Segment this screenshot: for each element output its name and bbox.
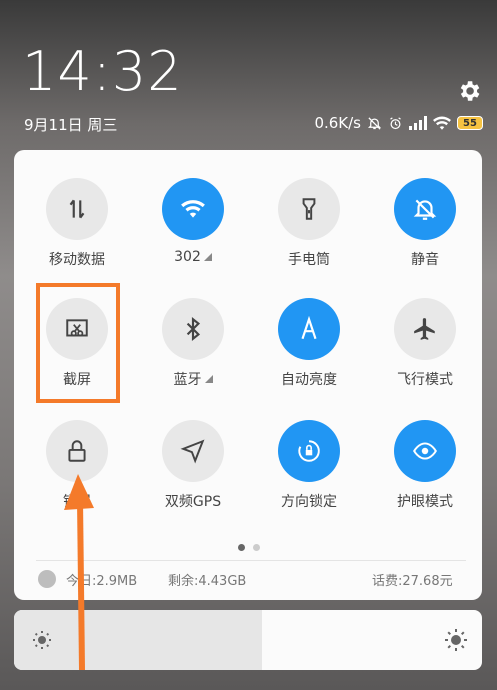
toggle-button[interactable] — [162, 420, 224, 482]
toggle-gps[interactable]: 双频GPS — [138, 420, 248, 530]
page-dot-active — [238, 544, 245, 551]
page-indicator — [238, 544, 260, 551]
toggle-label: 护眼模式 — [397, 491, 453, 511]
toggle-button[interactable] — [394, 298, 456, 360]
mobile-data-icon — [69, 199, 85, 219]
toggle-wifi[interactable]: 302 — [138, 178, 248, 288]
toggle-button[interactable] — [162, 178, 224, 240]
toggle-mobile-data[interactable]: 移动数据 — [22, 178, 132, 288]
battery-indicator: 55 — [457, 116, 483, 130]
rotation-lock-icon — [298, 440, 320, 462]
toggle-bluetooth[interactable]: 蓝牙 — [138, 298, 248, 408]
page-dot — [253, 544, 260, 551]
toggle-button[interactable] — [394, 178, 456, 240]
data-remaining: 剩余:4.43GB — [168, 574, 247, 589]
toggle-label: 双频GPS — [165, 491, 221, 511]
toggle-label: 静音 — [411, 249, 439, 269]
divider — [36, 560, 466, 561]
pointer-arrow — [64, 474, 94, 670]
flashlight-icon — [302, 198, 316, 220]
toggle-eye[interactable]: 护眼模式 — [370, 420, 480, 530]
status-icons: 0.6K/s 55 — [314, 112, 483, 134]
toggle-label-text: 自动亮度 — [281, 372, 337, 388]
brightness-high-icon — [445, 629, 467, 651]
toggle-label-text: 蓝牙 — [173, 372, 202, 388]
status-area: 14:32 9月11日 周三 0.6K/s 55 — [0, 0, 497, 150]
network-speed: 0.6K/s — [314, 114, 361, 132]
airplane-icon — [414, 318, 435, 340]
toggle-label: 方向锁定 — [281, 491, 337, 511]
alarm-icon — [390, 116, 401, 129]
toggle-label-text: 飞行模式 — [397, 372, 453, 388]
gear-icon[interactable] — [456, 78, 482, 104]
toggle-button[interactable] — [46, 178, 108, 240]
toggle-label-text: 手电筒 — [288, 252, 330, 268]
toggle-button[interactable] — [394, 420, 456, 482]
toggle-label: 移动数据 — [49, 249, 105, 269]
bluetooth-icon — [186, 316, 201, 342]
toggle-label-text: 302 — [174, 249, 201, 265]
wifi-icon — [181, 200, 205, 218]
lock-icon — [68, 440, 86, 462]
mute-status-icon — [367, 116, 382, 130]
toggle-label-text: 移动数据 — [49, 252, 105, 268]
gps-icon — [180, 439, 205, 464]
expand-triangle-icon[interactable] — [204, 375, 213, 383]
auto-brightness-icon — [301, 316, 317, 340]
toggle-flashlight[interactable]: 手电筒 — [254, 178, 364, 288]
toggle-label: 自动亮度 — [281, 369, 337, 389]
clock-time: 14:32 — [22, 40, 183, 103]
toggle-label: 302 — [174, 249, 212, 265]
toggle-auto-brightness[interactable]: 自动亮度 — [254, 298, 364, 408]
toggle-label-text: 静音 — [411, 252, 439, 268]
toggle-label-text: 护眼模式 — [397, 494, 453, 510]
toggle-airplane[interactable]: 飞行模式 — [370, 298, 480, 408]
toggle-button[interactable] — [278, 420, 340, 482]
toggle-label: 手电筒 — [288, 249, 330, 269]
mute-bell-icon — [413, 199, 437, 220]
toggle-label-text: 双频GPS — [164, 494, 222, 510]
toggle-mute-bell[interactable]: 静音 — [370, 178, 480, 288]
phone-fee: 话费:27.68元 — [372, 574, 453, 589]
toggle-button[interactable] — [278, 178, 340, 240]
wifi-status-icon — [433, 116, 451, 130]
toggle-button[interactable] — [162, 298, 224, 360]
toggle-label: 蓝牙 — [174, 369, 213, 389]
toggle-label-text: 方向锁定 — [281, 494, 337, 510]
brightness-low-icon — [33, 631, 51, 649]
date-label: 9月11日 周三 — [24, 116, 118, 134]
signal-icon — [409, 116, 427, 130]
expand-triangle-icon[interactable] — [203, 253, 212, 261]
toggle-rotation-lock[interactable]: 方向锁定 — [254, 420, 364, 530]
screenshot-highlight-box — [36, 283, 120, 403]
toggle-label: 飞行模式 — [397, 369, 453, 389]
usage-icon — [38, 570, 56, 588]
toggle-button[interactable] — [278, 298, 340, 360]
eye-icon — [413, 442, 437, 460]
